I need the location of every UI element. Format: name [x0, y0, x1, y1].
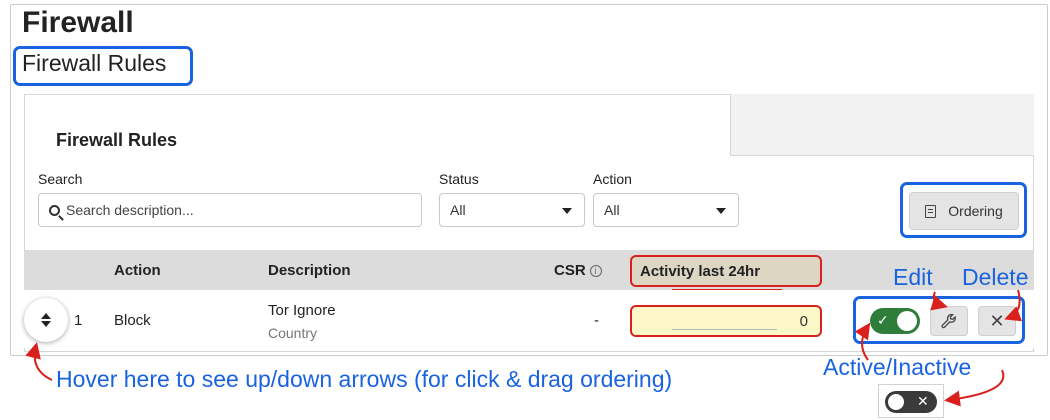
arrow-inactive [944, 369, 1005, 407]
arrow-active [854, 322, 871, 361]
arrow-edit [930, 291, 948, 311]
arrow-delete [1004, 289, 1023, 322]
annotation-arrows [25, 289, 1023, 407]
arrow-hover-hint [25, 342, 53, 381]
